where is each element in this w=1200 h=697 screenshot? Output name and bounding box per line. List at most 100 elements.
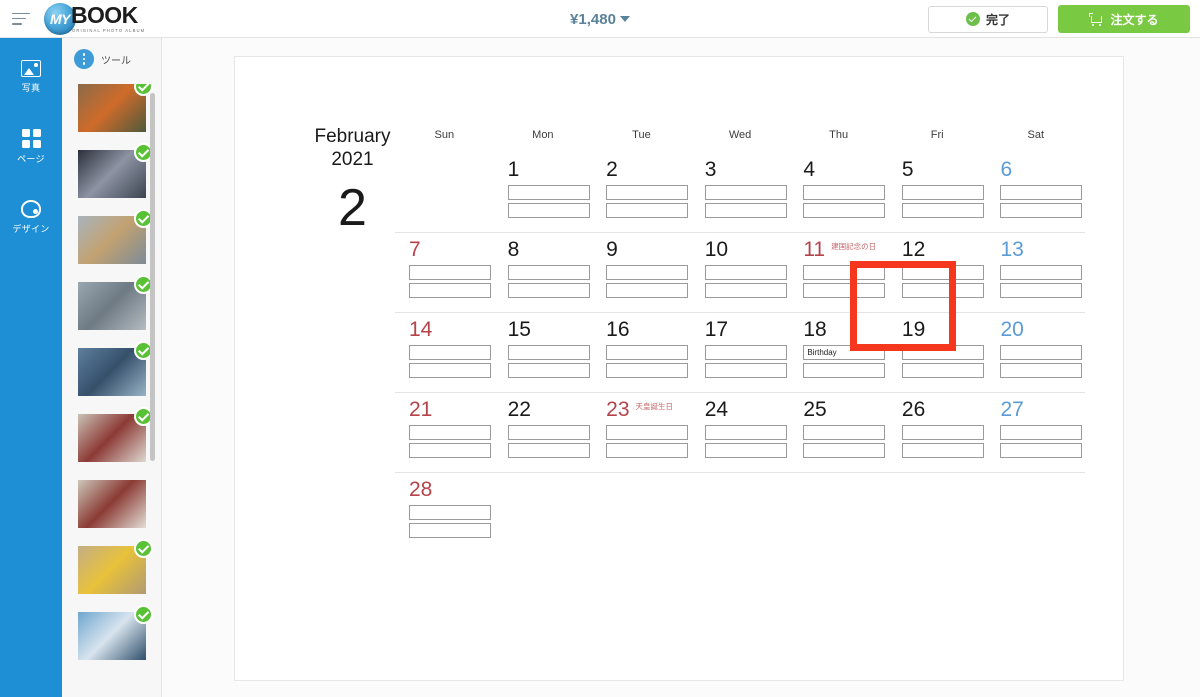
calendar-event-input[interactable] (803, 283, 886, 298)
calendar-day-cell[interactable]: 7 (395, 233, 494, 312)
calendar-event-input[interactable] (409, 443, 491, 458)
calendar-day-cell[interactable]: 19 (888, 313, 987, 392)
calendar-day-cell[interactable]: 1 (494, 153, 593, 232)
done-button[interactable]: 完了 (928, 5, 1048, 33)
photo-thumbnail[interactable] (78, 480, 146, 528)
calendar-day-cell[interactable]: 13 (986, 233, 1085, 312)
calendar-day-cell[interactable]: 8 (494, 233, 593, 312)
calendar-event-input[interactable] (704, 363, 787, 378)
calendar-day-cell[interactable]: 26 (888, 393, 987, 472)
tool-panel-scrollbar[interactable] (150, 93, 155, 461)
calendar-event-input[interactable] (409, 425, 491, 440)
calendar-event-input[interactable] (606, 203, 689, 218)
price-dropdown[interactable]: ¥1,480 (570, 11, 630, 28)
sidebar-item-photo[interactable]: 写真 (0, 46, 62, 108)
calendar-event-input[interactable] (507, 283, 590, 298)
calendar-day-cell[interactable]: 6 (986, 153, 1085, 232)
calendar-event-input[interactable] (1000, 443, 1083, 458)
calendar-event-input[interactable] (507, 363, 590, 378)
calendar-event-input[interactable] (1000, 363, 1083, 378)
calendar-day-cell[interactable]: 28 (395, 473, 494, 553)
sidebar-item-design[interactable]: デザイン (0, 186, 62, 248)
calendar-event-input[interactable] (704, 425, 787, 440)
calendar-event-input[interactable] (409, 345, 491, 360)
calendar-event-input[interactable] (1000, 185, 1083, 200)
calendar-event-input[interactable] (901, 283, 984, 298)
calendar-event-input[interactable] (704, 283, 787, 298)
calendar-day-cell[interactable]: 2 (592, 153, 691, 232)
calendar-event-input[interactable]: Birthday (803, 345, 886, 360)
calendar-event-input[interactable] (507, 185, 590, 200)
calendar-event-input[interactable] (1000, 425, 1083, 440)
calendar-day-cell[interactable]: 23 天皇誕生日 (592, 393, 691, 472)
calendar-day-cell[interactable]: 15 (494, 313, 593, 392)
calendar-day-cell[interactable]: 3 (691, 153, 790, 232)
calendar-event-input[interactable] (704, 443, 787, 458)
order-button[interactable]: 注文する (1058, 5, 1190, 33)
calendar-event-input[interactable] (507, 265, 590, 280)
calendar-day-cell[interactable]: 25 (789, 393, 888, 472)
app-logo[interactable]: MY BOOK ORIGINAL PHOTO ALBUM (44, 2, 145, 36)
calendar-day-cell[interactable]: 5 (888, 153, 987, 232)
calendar-day-cell[interactable]: 16 (592, 313, 691, 392)
calendar-event-input[interactable] (803, 363, 886, 378)
photo-thumbnail-item[interactable] (78, 605, 153, 660)
photo-thumbnail-item[interactable] (78, 143, 153, 198)
calendar-event-input[interactable] (409, 523, 491, 538)
calendar-event-input[interactable] (606, 345, 689, 360)
calendar-event-input[interactable] (606, 185, 689, 200)
calendar-event-input[interactable] (409, 265, 491, 280)
calendar-event-input[interactable] (409, 505, 491, 520)
calendar-event-input[interactable] (901, 203, 984, 218)
calendar-page[interactable]: February 2021 2 Sun Mon Tue Wed Thu Fri Sat 12… (234, 56, 1124, 681)
calendar-day-cell[interactable]: 21 (395, 393, 494, 472)
calendar-event-input[interactable] (803, 203, 886, 218)
calendar-day-cell[interactable]: 10 (691, 233, 790, 312)
photo-thumbnail-item[interactable] (78, 209, 153, 264)
calendar-event-input[interactable] (409, 363, 491, 378)
calendar-event-input[interactable] (803, 425, 886, 440)
calendar-event-input[interactable] (803, 265, 886, 280)
calendar-day-cell[interactable]: 18 Birthday (789, 313, 888, 392)
calendar-event-input[interactable] (704, 345, 787, 360)
calendar-event-input[interactable] (507, 203, 590, 218)
photo-selected-check-icon[interactable] (134, 539, 153, 558)
photo-thumbnail-item[interactable] (78, 341, 153, 396)
calendar-event-input[interactable] (409, 283, 491, 298)
calendar-event-input[interactable] (803, 443, 886, 458)
calendar-event-input[interactable] (1000, 283, 1083, 298)
calendar-event-input[interactable] (704, 185, 787, 200)
photo-thumbnail-item[interactable] (78, 275, 153, 330)
tool-panel-header[interactable]: ツール (62, 38, 161, 80)
photo-thumbnail-item[interactable] (78, 84, 153, 132)
calendar-event-input[interactable] (704, 265, 787, 280)
calendar-day-cell[interactable]: 9 (592, 233, 691, 312)
calendar-event-input[interactable] (1000, 345, 1083, 360)
calendar-day-cell[interactable]: 4 (789, 153, 888, 232)
photo-thumbnail-item[interactable] (78, 480, 146, 528)
calendar-day-cell[interactable]: 20 (986, 313, 1085, 392)
calendar-event-input[interactable] (507, 443, 590, 458)
calendar-event-input[interactable] (901, 425, 984, 440)
calendar-event-input[interactable] (606, 283, 689, 298)
calendar-event-input[interactable] (1000, 265, 1083, 280)
calendar-event-input[interactable] (901, 443, 984, 458)
calendar-day-cell[interactable]: 24 (691, 393, 790, 472)
calendar-event-input[interactable] (606, 443, 689, 458)
calendar-event-input[interactable] (901, 363, 984, 378)
hamburger-icon[interactable] (12, 12, 30, 25)
calendar-day-cell[interactable]: 17 (691, 313, 790, 392)
calendar-event-input[interactable] (901, 265, 984, 280)
photo-thumbnail-item[interactable] (78, 407, 153, 462)
calendar-event-input[interactable] (606, 363, 689, 378)
calendar-event-input[interactable] (901, 185, 984, 200)
calendar-event-input[interactable] (704, 203, 787, 218)
calendar-event-input[interactable] (507, 345, 590, 360)
calendar-event-input[interactable] (1000, 203, 1083, 218)
photo-thumbnail-item[interactable] (78, 539, 153, 594)
calendar-day-cell[interactable]: 22 (494, 393, 593, 472)
calendar-day-cell[interactable]: 12 (888, 233, 987, 312)
calendar-day-cell[interactable]: 27 (986, 393, 1085, 472)
photo-selected-check-icon[interactable] (134, 605, 153, 624)
sidebar-item-page[interactable]: ページ (0, 116, 62, 178)
